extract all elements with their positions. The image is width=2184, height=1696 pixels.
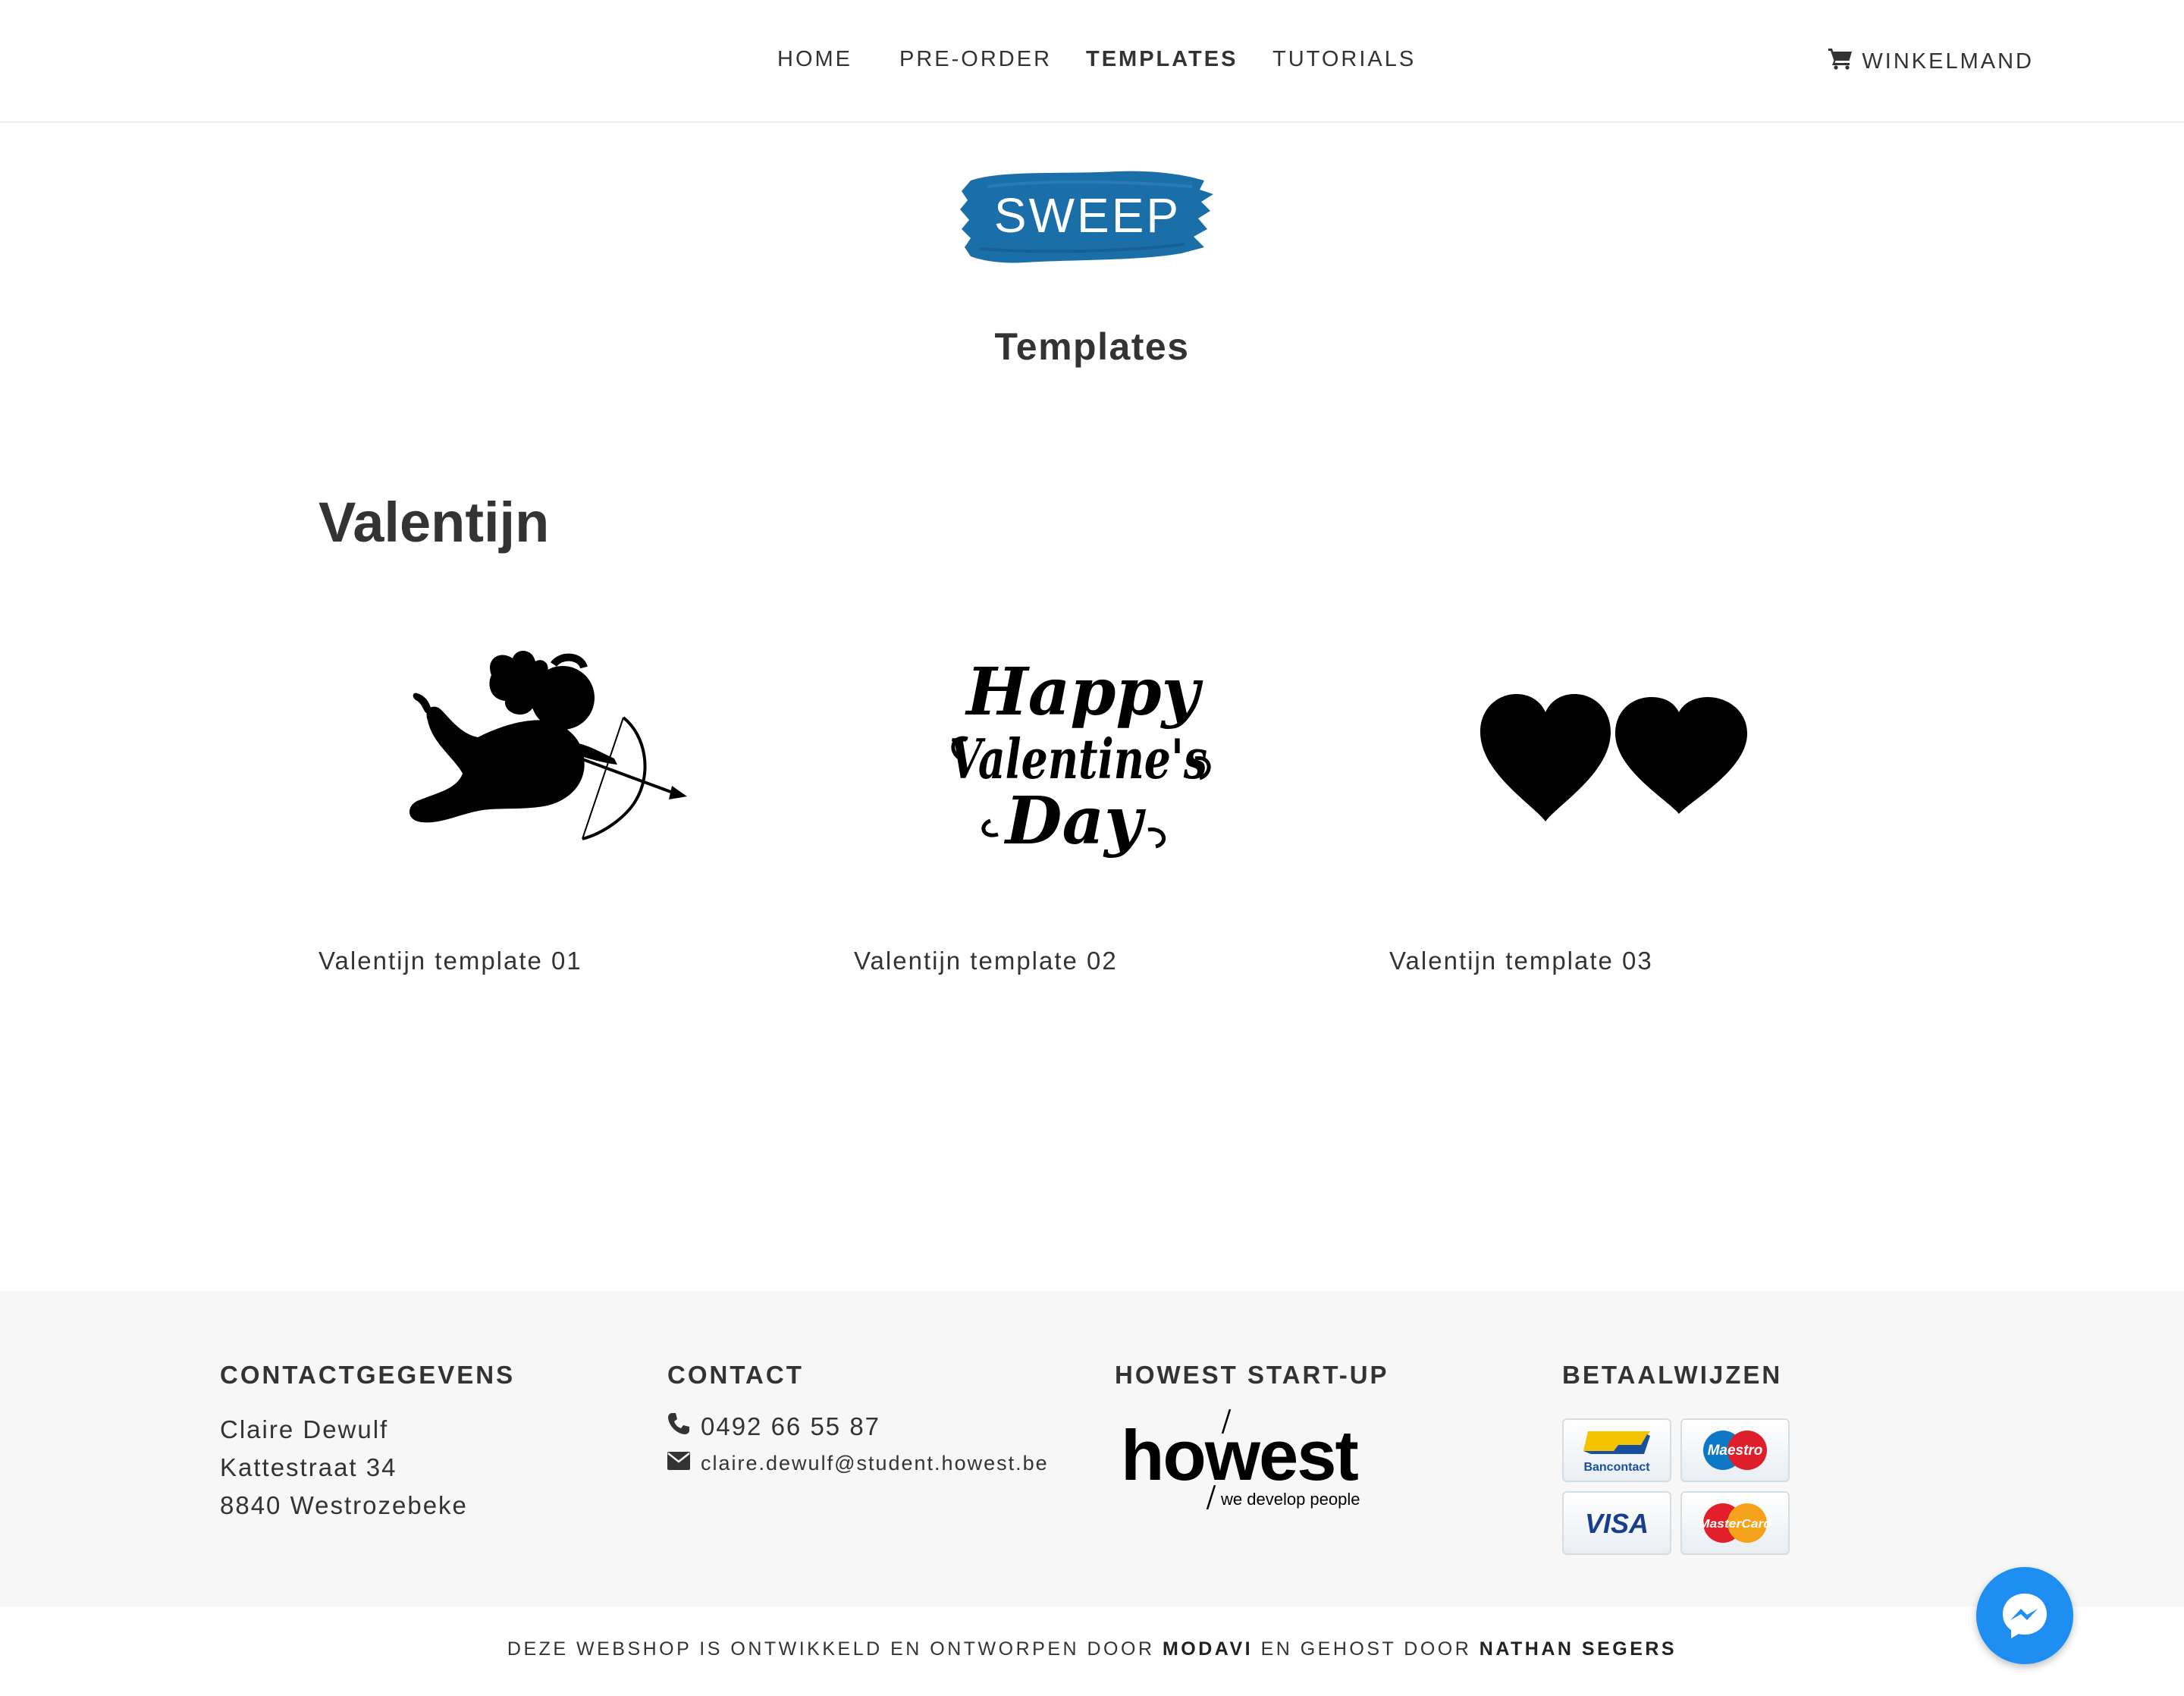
credits-developer-link[interactable]: MODAVI bbox=[1163, 1638, 1253, 1660]
shopping-cart-icon bbox=[1828, 47, 1853, 76]
template-card-02[interactable]: Happy Valentine's Day Valentijn template… bbox=[854, 622, 1309, 975]
email-address: claire.dewulf@student.howest.be bbox=[701, 1452, 1049, 1475]
svg-text:MasterCard: MasterCard bbox=[1699, 1518, 1772, 1531]
cart-label: WINKELMAND bbox=[1862, 49, 2034, 74]
footer: CONTACTGEGEVENS Claire Dewulf Kattestraa… bbox=[0, 1291, 2184, 1606]
template-card-03[interactable]: Valentijn template 03 bbox=[1389, 622, 1844, 975]
email-line[interactable]: claire.dewulf@student.howest.be bbox=[667, 1452, 1049, 1475]
mastercard-icon: MasterCard bbox=[1699, 1503, 1772, 1543]
visa-icon: VISA bbox=[1585, 1508, 1649, 1539]
slash-icon bbox=[1206, 1485, 1216, 1509]
phone-number: 0492 66 55 87 bbox=[701, 1412, 881, 1440]
envelope-icon bbox=[667, 1452, 690, 1475]
cupid-silhouette-icon bbox=[409, 650, 687, 840]
svg-text:VISA: VISA bbox=[1585, 1508, 1649, 1539]
footer-heading-contactgegevens: CONTACTGEGEVENS bbox=[220, 1361, 516, 1389]
section-title: Valentijn bbox=[318, 491, 550, 554]
svg-text:Happy: Happy bbox=[964, 654, 1203, 730]
footer-howest: HOWEST START-UP howest we develop people bbox=[1115, 1361, 1389, 1515]
mastercard-card: MasterCard bbox=[1680, 1491, 1790, 1555]
two-hearts-image[interactable] bbox=[1389, 622, 1844, 895]
happy-valentines-lettering-icon: Happy Valentine's Day bbox=[949, 654, 1211, 859]
nav-tutorials[interactable]: TUTORIALS bbox=[1272, 47, 1416, 72]
howest-logo-text: howest bbox=[1121, 1415, 1359, 1495]
sweep-logo[interactable]: SWEEP bbox=[957, 164, 1218, 270]
slash-icon bbox=[1221, 1409, 1232, 1434]
footer-heading-howest: HOWEST START-UP bbox=[1115, 1361, 1389, 1389]
phone-icon bbox=[667, 1412, 690, 1441]
template-card-01[interactable]: Valentijn template 01 bbox=[318, 622, 774, 975]
address-city: 8840 Westrozebeke bbox=[220, 1491, 468, 1519]
howest-logo[interactable]: howest we develop people bbox=[1115, 1409, 1373, 1515]
howest-tagline: we develop people bbox=[1221, 1490, 1360, 1509]
footer-betaalwijzen: BETAALWIJZEN Bancontact Maestro VISA Mas… bbox=[1562, 1361, 1790, 1555]
footer-contact: CONTACT 0492 66 55 87 claire.dewulf@stud… bbox=[667, 1361, 1049, 1475]
visa-card: VISA bbox=[1562, 1491, 1671, 1555]
nav-templates[interactable]: TEMPLATES bbox=[1086, 47, 1238, 72]
two-hearts-icon bbox=[1480, 694, 1747, 821]
footer-contactgegevens: CONTACTGEGEVENS Claire Dewulf Kattestraa… bbox=[220, 1361, 515, 1525]
credits-line: DEZE WEBSHOP IS ONTWIKKELD EN ONTWORPEN … bbox=[0, 1638, 2184, 1660]
page-title: Templates bbox=[994, 325, 1190, 368]
nav-home[interactable]: HOME bbox=[777, 47, 852, 72]
credits-prefix: DEZE WEBSHOP IS ONTWIKKELD EN ONTWORPEN … bbox=[507, 1638, 1155, 1660]
bancontact-icon: Bancontact bbox=[1583, 1431, 1650, 1474]
svg-text:Valentine's: Valentine's bbox=[949, 727, 1207, 791]
bancontact-card: Bancontact bbox=[1562, 1418, 1671, 1482]
svg-text:Maestro: Maestro bbox=[1708, 1443, 1763, 1459]
svg-text:Bancontact: Bancontact bbox=[1583, 1461, 1650, 1474]
address-street: Kattestraat 34 bbox=[220, 1453, 397, 1481]
template-label-01[interactable]: Valentijn template 01 bbox=[318, 947, 582, 975]
address-name: Claire Dewulf bbox=[220, 1415, 389, 1443]
credits-middle: EN GEHOST DOOR bbox=[1260, 1638, 1472, 1660]
top-navigation: HOME PRE-ORDER TEMPLATES TUTORIALS WINKE… bbox=[0, 0, 2184, 123]
logo-text: SWEEP bbox=[994, 188, 1181, 243]
maestro-icon: Maestro bbox=[1703, 1431, 1767, 1470]
footer-heading-contact: CONTACT bbox=[667, 1361, 804, 1389]
phone-line[interactable]: 0492 66 55 87 bbox=[667, 1412, 1049, 1441]
footer-heading-betaalwijzen: BETAALWIJZEN bbox=[1562, 1361, 1783, 1389]
happy-valentines-image[interactable]: Happy Valentine's Day bbox=[854, 622, 1309, 895]
messenger-chat-button[interactable] bbox=[1976, 1567, 2073, 1664]
maestro-card: Maestro bbox=[1680, 1418, 1790, 1482]
template-label-02[interactable]: Valentijn template 02 bbox=[854, 947, 1118, 975]
cart-link[interactable]: WINKELMAND bbox=[1828, 47, 2034, 76]
credits-host-link[interactable]: NATHAN SEGERS bbox=[1480, 1638, 1677, 1660]
nav-pre-order[interactable]: PRE-ORDER bbox=[899, 47, 1052, 72]
svg-text:Day: Day bbox=[1003, 783, 1146, 859]
cupid-image[interactable] bbox=[318, 622, 774, 895]
messenger-icon bbox=[2003, 1594, 2047, 1638]
template-label-03[interactable]: Valentijn template 03 bbox=[1389, 947, 1653, 975]
